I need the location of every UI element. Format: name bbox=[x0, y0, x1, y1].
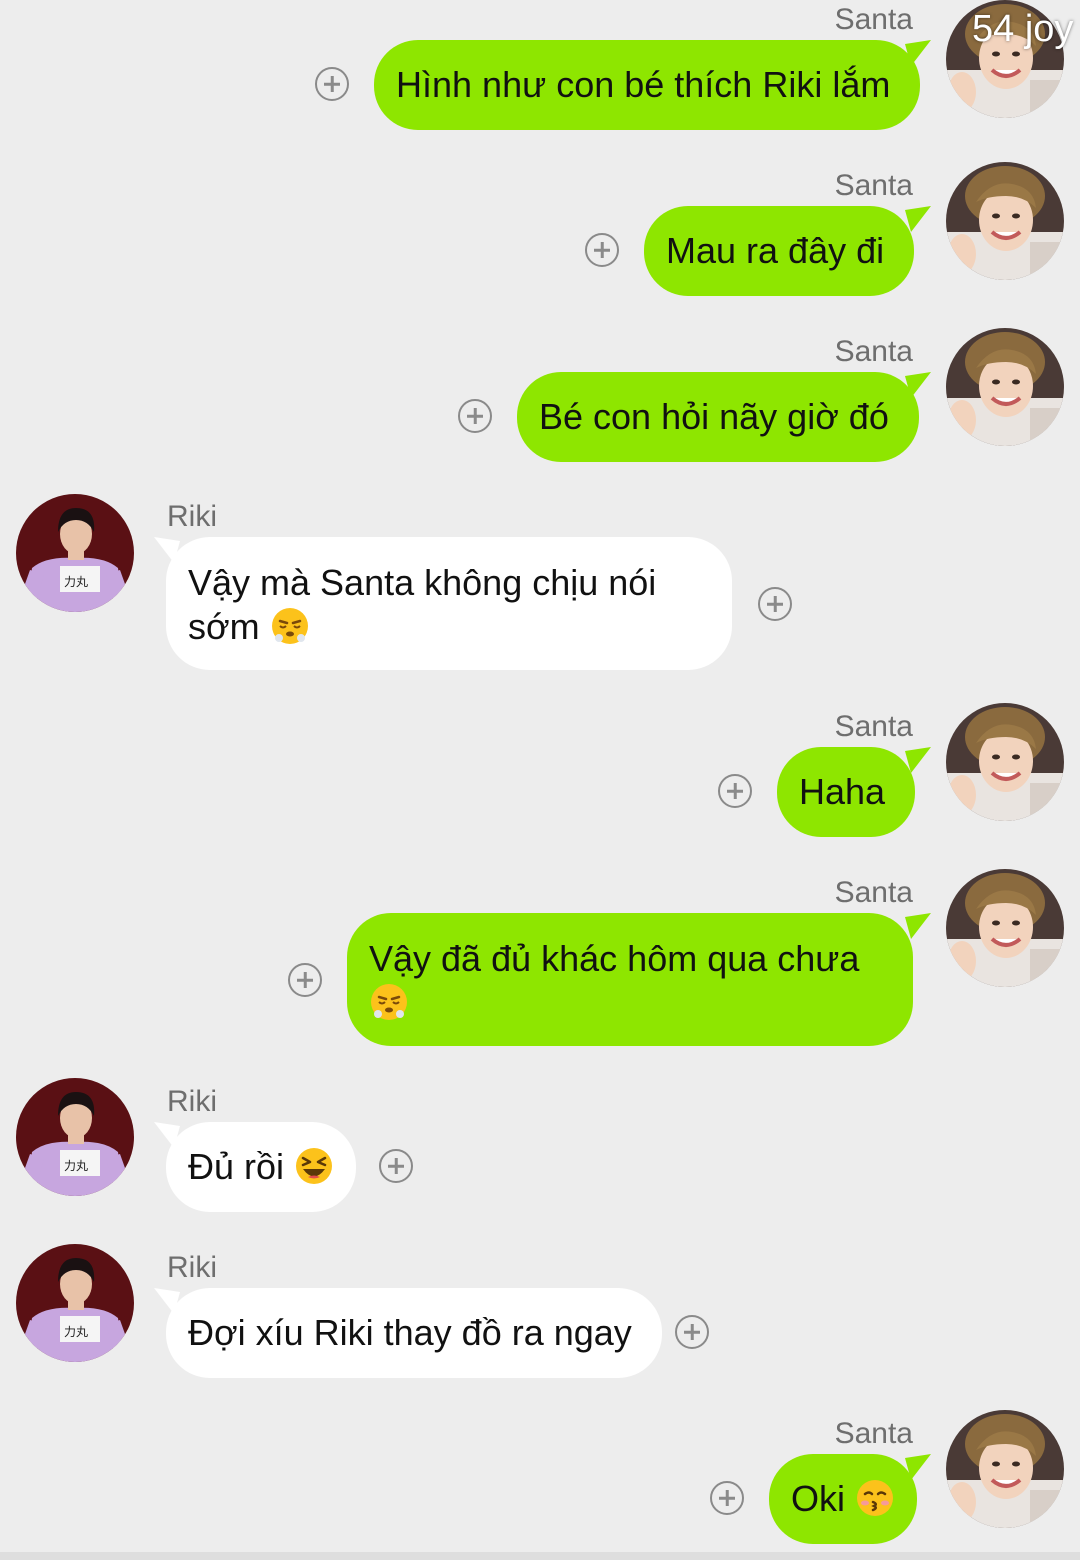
santa-avatar[interactable] bbox=[946, 328, 1064, 446]
message-bubble[interactable]: Đủ rồi bbox=[166, 1122, 357, 1212]
add-reaction-icon[interactable] bbox=[379, 1149, 413, 1183]
add-reaction-icon[interactable] bbox=[675, 1315, 709, 1349]
message-text: Đủ rồi bbox=[188, 1146, 285, 1187]
sender-name: Santa bbox=[834, 335, 913, 368]
message-bubble[interactable]: Mau ra đây đi bbox=[644, 206, 915, 296]
huffing-face-emoji bbox=[270, 606, 310, 646]
message-bubble[interactable]: Đợi xíu Riki thay đồ ra ngay bbox=[166, 1288, 662, 1378]
watermark-overlay-text: 54 joy bbox=[972, 8, 1074, 50]
laughing-squint-face-emoji bbox=[294, 1146, 334, 1186]
add-reaction-icon[interactable] bbox=[315, 67, 349, 101]
message-text-line: sớm bbox=[188, 605, 710, 649]
add-reaction-icon[interactable] bbox=[585, 233, 619, 267]
sender-name: Santa bbox=[834, 710, 913, 743]
santa-avatar[interactable] bbox=[946, 703, 1064, 821]
bubble-tail bbox=[905, 206, 931, 232]
bottom-divider bbox=[0, 1552, 1080, 1560]
message-text: Đợi xíu Riki thay đồ ra ngay bbox=[188, 1312, 632, 1353]
message-bubble[interactable]: Bé con hỏi nãy giờ đó bbox=[517, 372, 919, 462]
add-reaction-icon[interactable] bbox=[710, 1481, 744, 1515]
message-bubble[interactable]: Vậy đã đủ khác hôm qua chưa bbox=[347, 913, 913, 1046]
sender-name: Riki bbox=[167, 1085, 217, 1118]
message-text-line: Vậy mà Santa không chịu nói bbox=[188, 562, 657, 603]
sender-name: Riki bbox=[167, 1251, 217, 1284]
sender-name: Santa bbox=[834, 1417, 913, 1450]
message-text: sớm bbox=[188, 606, 260, 647]
message-text: Bé con hỏi nãy giờ đó bbox=[539, 396, 889, 437]
santa-avatar[interactable] bbox=[946, 869, 1064, 987]
add-reaction-icon[interactable] bbox=[458, 399, 492, 433]
message-bubble[interactable]: Vậy mà Santa không chịu nói sớm bbox=[166, 537, 732, 670]
message-emoji-line bbox=[369, 981, 891, 1025]
sender-name: Santa bbox=[834, 876, 913, 909]
chat-thread: Santa Hình như con bé thích Riki lắm San… bbox=[0, 0, 1080, 1560]
message-bubble[interactable]: Hình như con bé thích Riki lắm bbox=[374, 40, 921, 130]
message-text: Oki bbox=[791, 1478, 845, 1519]
add-reaction-icon[interactable] bbox=[718, 774, 752, 808]
message-text: Mau ra đây đi bbox=[666, 230, 885, 271]
bubble-tail bbox=[905, 913, 931, 939]
add-reaction-icon[interactable] bbox=[288, 963, 322, 997]
message-text: Hình như con bé thích Riki lắm bbox=[396, 64, 891, 105]
add-reaction-icon[interactable] bbox=[758, 587, 792, 621]
message-bubble[interactable]: Oki bbox=[769, 1454, 918, 1544]
riki-avatar[interactable] bbox=[16, 1078, 134, 1196]
riki-avatar[interactable] bbox=[16, 494, 134, 612]
message-text: Vậy đã đủ khác hôm qua chưa bbox=[369, 938, 860, 979]
santa-avatar[interactable] bbox=[946, 1410, 1064, 1528]
huffing-face-emoji bbox=[369, 982, 409, 1022]
sender-name: Santa bbox=[834, 3, 913, 36]
santa-avatar[interactable] bbox=[946, 162, 1064, 280]
message-text: Haha bbox=[799, 771, 886, 812]
kissing-face-emoji bbox=[855, 1478, 895, 1518]
riki-avatar[interactable] bbox=[16, 1244, 134, 1362]
sender-name: Riki bbox=[167, 500, 217, 533]
message-bubble[interactable]: Haha bbox=[777, 747, 916, 837]
sender-name: Santa bbox=[834, 169, 913, 202]
